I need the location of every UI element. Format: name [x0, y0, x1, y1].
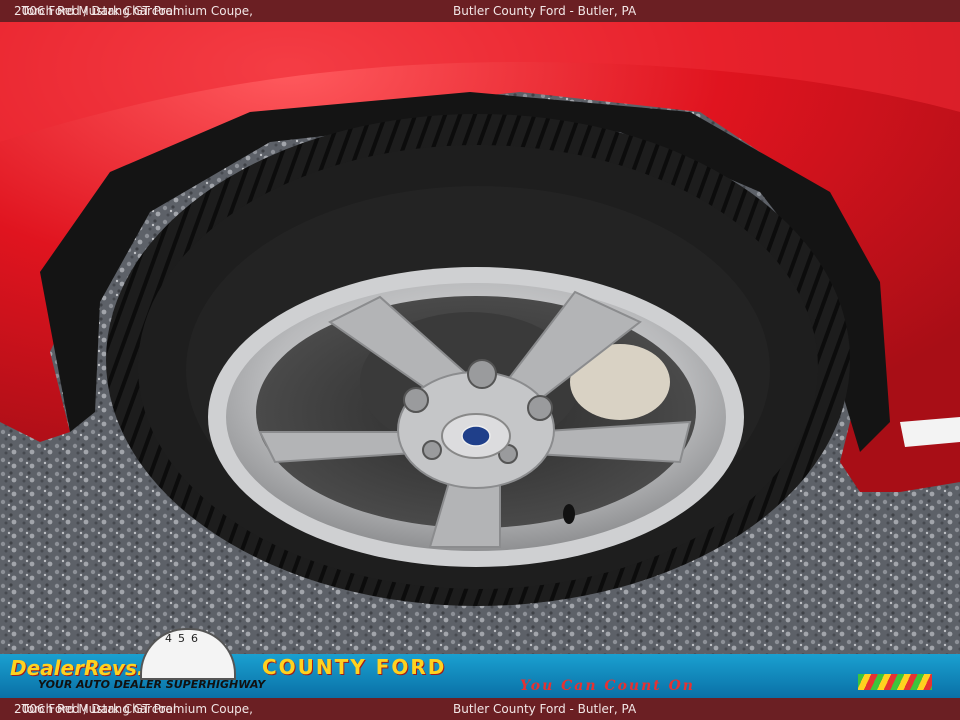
dealer-name-logo: COUNTY FORD [262, 655, 447, 679]
speedometer-numbers: 456 [165, 632, 204, 645]
stripes-decoration [858, 674, 932, 690]
caption-dealer-bottom: Butler County Ford - Butler, PA [453, 702, 637, 716]
bottom-caption-bar: 2006 Ford Mustang GT Premium Coupe, Torc… [0, 698, 960, 720]
caption-dealer: Butler County Ford - Butler, PA [453, 4, 637, 18]
dealer-slogan: You Can Count On [520, 678, 695, 694]
caption-title-bottom: 2006 Ford Mustang GT Premium Coupe, Torc… [14, 702, 253, 716]
car-wheel-photo [0, 22, 960, 698]
caption-title: 2006 Ford Mustang GT Premium Coupe, Torc… [14, 4, 253, 18]
top-caption-bar: 2006 Ford Mustang GT Premium Coupe, Torc… [0, 0, 960, 22]
